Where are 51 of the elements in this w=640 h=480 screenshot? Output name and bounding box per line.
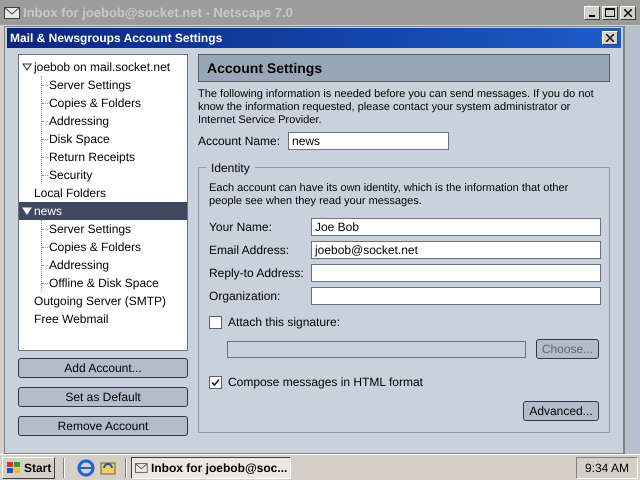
- tree-item[interactable]: news: [19, 202, 187, 220]
- checkbox-label: Compose messages in HTML format: [228, 374, 423, 391]
- text-field[interactable]: joebob@socket.net: [311, 241, 601, 259]
- field-label: Organization:: [209, 288, 282, 305]
- field-label: Email Address:: [209, 242, 290, 259]
- tree-item[interactable]: Addressing: [48, 256, 110, 274]
- account-button[interactable]: Remove Account: [18, 416, 188, 436]
- account-button[interactable]: Add Account...: [18, 358, 188, 378]
- start-button[interactable]: Start: [2, 456, 56, 478]
- tree-item[interactable]: Disk Space: [48, 130, 111, 148]
- identity-description: Each account can have its own identity, which is the information that other people see when they read your messages.: [209, 182, 570, 208]
- checkbox-label: Attach this signature:: [228, 314, 340, 331]
- text-field[interactable]: [311, 287, 601, 305]
- text-field[interactable]: news: [288, 132, 450, 150]
- clock: 9:34 AM: [576, 456, 638, 478]
- tree-item[interactable]: Security: [48, 166, 94, 184]
- panel-title: Account Settings: [207, 58, 322, 78]
- tree-item[interactable]: Copies & Folders: [48, 238, 142, 256]
- minimize-button[interactable]: [584, 6, 600, 20]
- browser-icon[interactable]: [77, 458, 96, 476]
- close-button[interactable]: [602, 31, 618, 45]
- field-label: Your Name:: [209, 219, 273, 236]
- tree-item[interactable]: joebob on mail.socket.net: [19, 58, 187, 76]
- dialog-title: Mail & Newsgroups Account Settings: [10, 30, 222, 47]
- field-label: Account Name:: [198, 133, 280, 150]
- maximize-button[interactable]: [602, 6, 618, 20]
- minimize-icon: [589, 14, 595, 16]
- tree-item[interactable]: Copies & Folders: [48, 94, 142, 112]
- envelope-icon: [4, 6, 20, 18]
- taskbar-task[interactable]: Inbox for joebob@soc...: [131, 456, 292, 478]
- windows-logo-icon: [6, 460, 22, 474]
- tree-item[interactable]: Return Receipts: [48, 148, 136, 166]
- account-button[interactable]: Set as Default: [18, 387, 188, 407]
- advanced-button[interactable]: Advanced...: [523, 401, 599, 421]
- envelope-icon: [135, 462, 148, 474]
- intro-text: The following information is needed before you can send messages. If you do not know the information requested, please contact your system administrator or Internet Service Provider.: [198, 88, 595, 127]
- tree-item[interactable]: Offline & Disk Space: [48, 274, 160, 292]
- close-button[interactable]: [620, 6, 636, 20]
- text-field[interactable]: [311, 264, 601, 282]
- tree-item[interactable]: Server Settings: [48, 220, 132, 238]
- close-icon: [606, 34, 614, 42]
- text-field[interactable]: Joe Bob: [311, 218, 601, 236]
- checkbox[interactable]: [209, 376, 222, 388]
- maximize-icon: [605, 8, 615, 17]
- tree-item[interactable]: Server Settings: [48, 76, 132, 94]
- tree-item[interactable]: Free Webmail: [19, 310, 187, 328]
- tree-item[interactable]: Local Folders: [19, 184, 187, 202]
- tree-item[interactable]: Outgoing Server (SMTP): [19, 292, 187, 310]
- field-label: Reply-to Address:: [209, 265, 305, 282]
- tree-item[interactable]: Addressing: [48, 112, 110, 130]
- close-icon: [624, 8, 632, 16]
